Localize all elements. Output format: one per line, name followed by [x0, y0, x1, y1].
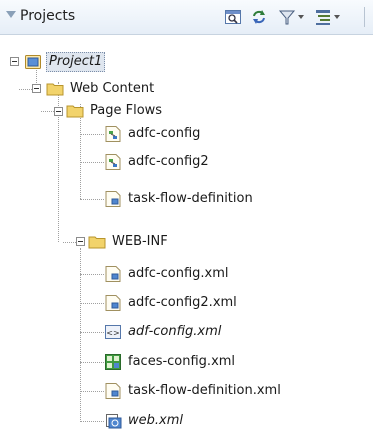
xml-file-icon — [105, 266, 121, 282]
svg-text:<>: <> — [106, 329, 119, 338]
tree-node-task-flow-definition[interactable]: task-flow-definition — [104, 188, 255, 210]
tree-node-adfc-config2-xml[interactable]: adfc-config2.xml — [104, 292, 239, 314]
project-label: Project1 — [46, 52, 106, 72]
layout-dropdown-icon — [334, 15, 340, 19]
web-inf-item: web.xml — [128, 413, 183, 428]
folder-icon — [88, 236, 106, 249]
collapse-toggle-icon[interactable] — [54, 107, 63, 116]
tree-line — [58, 82, 59, 242]
tree-node-web-xml[interactable]: web.xml — [104, 410, 185, 432]
tree-node-web-content[interactable]: Web Content — [46, 78, 156, 100]
task-flow-icon — [105, 126, 121, 142]
page-flow-item: task-flow-definition — [128, 191, 253, 206]
toolbar-separator — [364, 7, 365, 27]
page-flows-label: Page Flows — [90, 103, 163, 118]
panel-header: Projects — [0, 0, 373, 35]
layout-button[interactable] — [314, 6, 340, 28]
tree-node-adfc-config-xml[interactable]: adfc-config.xml — [104, 263, 231, 285]
filter-icon — [278, 10, 296, 25]
web-inf-item: task-flow-definition.xml — [128, 383, 281, 398]
filter-dropdown-icon — [298, 15, 304, 19]
task-flow-icon — [105, 154, 121, 170]
config-file-icon: <> — [105, 325, 121, 339]
xml-file-icon — [105, 383, 121, 399]
tree-node-faces-config-xml[interactable]: faces-config.xml — [104, 351, 237, 373]
web-xml-icon — [106, 414, 122, 429]
tree-node-page-flows[interactable]: Page Flows — [66, 100, 164, 122]
page-flow-item: adfc-config2 — [128, 154, 209, 169]
page-flow-item: adfc-config — [128, 126, 201, 141]
project-icon — [25, 55, 41, 69]
collapse-toggle-icon[interactable] — [76, 237, 85, 246]
web-inf-item: adfc-config.xml — [128, 266, 229, 281]
filter-button[interactable] — [278, 6, 304, 28]
collapse-toggle-icon[interactable] — [10, 57, 19, 66]
tree-node-project[interactable]: Project1 — [24, 51, 106, 73]
web-content-label: Web Content — [70, 81, 155, 96]
tree-node-adf-config-xml[interactable]: <> adf-config.xml — [104, 321, 223, 343]
project-tree: Project1 Web Content Page Flows adfc-con… — [0, 34, 373, 431]
folder-icon — [46, 83, 64, 96]
web-inf-item: adfc-config2.xml — [128, 295, 237, 310]
sync-button[interactable] — [250, 6, 268, 28]
layout-icon — [316, 10, 330, 25]
tree-node-task-flow-definition-xml[interactable]: task-flow-definition.xml — [104, 380, 283, 402]
panel-title: Projects — [20, 8, 76, 24]
navigator-icon — [225, 10, 241, 24]
web-inf-item: adf-config.xml — [128, 324, 222, 339]
tree-node-adfc-config[interactable]: adfc-config — [104, 123, 202, 145]
faces-config-icon — [105, 354, 121, 370]
tree-node-adfc-config2[interactable]: adfc-config2 — [104, 151, 211, 173]
web-inf-item: faces-config.xml — [128, 354, 236, 369]
collapse-toggle-icon[interactable] — [32, 84, 41, 93]
xml-file-icon — [105, 295, 121, 311]
navigator-button[interactable] — [224, 6, 242, 28]
collapse-panel-icon[interactable] — [6, 11, 16, 18]
task-flow-definition-icon — [105, 191, 121, 207]
tree-node-web-inf[interactable]: WEB-INF — [88, 231, 170, 253]
sync-icon — [253, 10, 265, 24]
web-inf-label: WEB-INF — [112, 234, 168, 249]
folder-icon — [66, 105, 84, 118]
